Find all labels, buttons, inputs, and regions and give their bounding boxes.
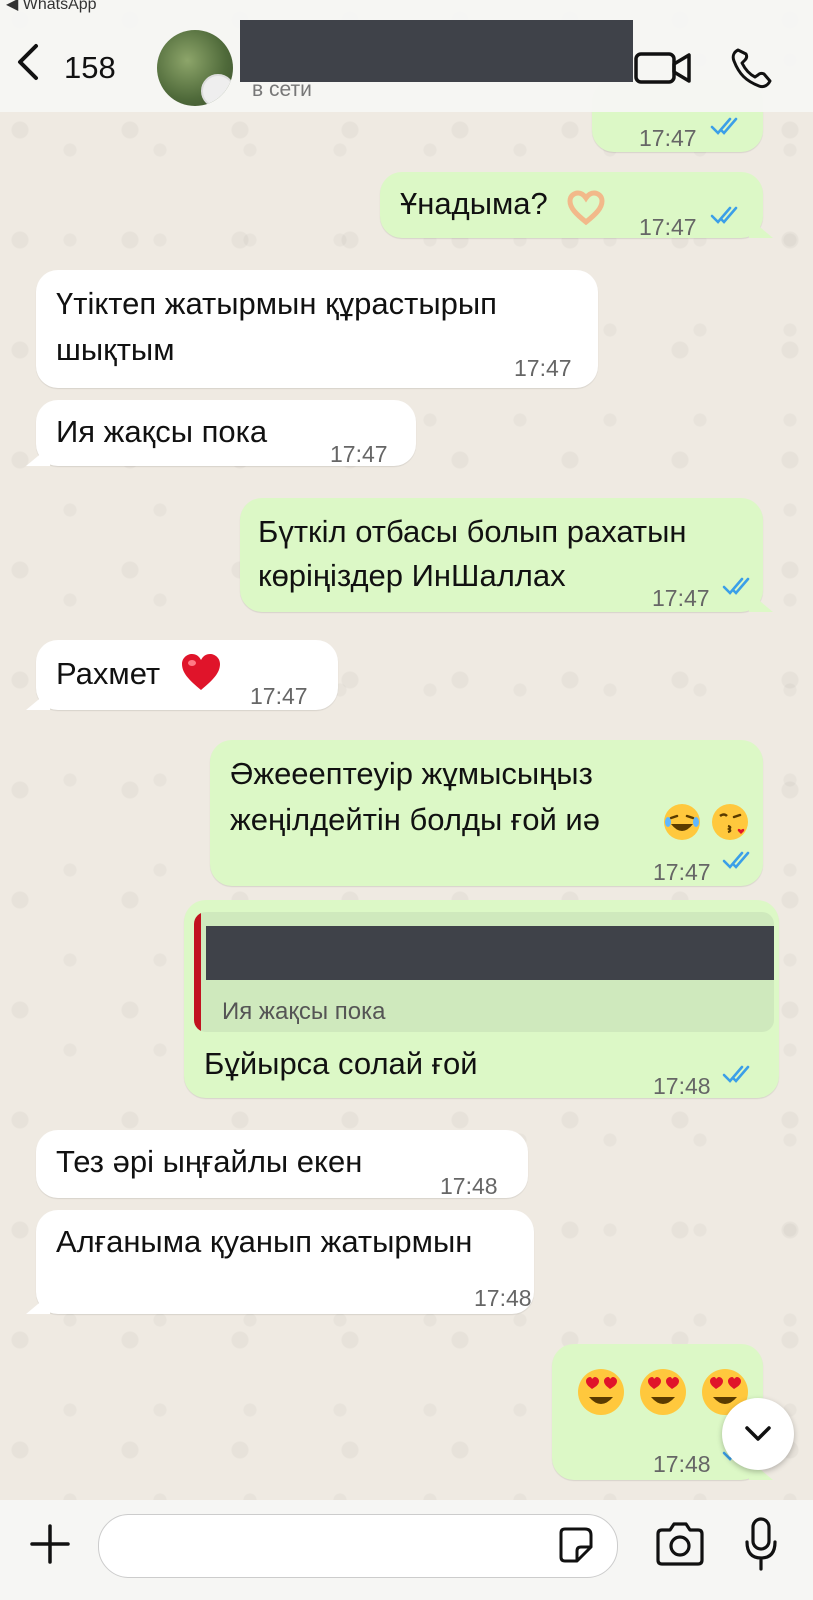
compose-bar	[0, 1500, 813, 1600]
message-text-line: көріңіздер ИнШаллах	[258, 558, 566, 593]
sticker-icon[interactable]	[555, 1525, 595, 1565]
message-time: 17:47	[330, 441, 388, 467]
double-check-icon	[710, 206, 738, 224]
phone-call-icon[interactable]	[730, 46, 772, 90]
heart-emoji-icon	[182, 654, 220, 690]
quote-accent-bar	[194, 912, 201, 1032]
kiss-emoji-icon	[712, 804, 748, 840]
video-call-icon[interactable]	[634, 50, 692, 86]
message-text: Рахмет	[56, 656, 161, 691]
message-text-line: Бүткіл отбасы болып рахатын	[258, 514, 687, 549]
message-time: 17:47	[652, 585, 710, 611]
message-text-line: жеңілдейтін болды ғой иә	[230, 802, 600, 837]
heart-hands-emoji-icon	[567, 190, 605, 226]
heart-eyes-emoji-icon	[640, 1368, 686, 1415]
message-text: Алғаныма қуанып жатырмын	[56, 1224, 473, 1259]
message-time: 17:47	[250, 683, 308, 709]
status-ring-icon	[201, 74, 233, 106]
message-outgoing-reply[interactable]: Ия жақсы пока Бұйырса солай ғой 17:48	[184, 900, 779, 1099]
message-time: 17:47	[639, 214, 697, 240]
heart-eyes-emoji-icon	[578, 1368, 624, 1415]
double-check-icon	[710, 117, 738, 135]
contact-name-redacted[interactable]	[240, 20, 633, 82]
chat-header: ◀ WhatsApp 158 в сети	[0, 0, 813, 112]
message-time: 17:48	[653, 1451, 711, 1477]
double-check-icon	[722, 1065, 750, 1083]
bubble-tail	[26, 446, 50, 466]
message-text: Тез әрі ыңғайлы екен	[56, 1144, 363, 1179]
laughing-emoji-icon	[664, 804, 700, 840]
message-time: 17:47	[514, 355, 572, 381]
message-text-line: Әжееептеуір жұмысыңыз	[230, 756, 593, 791]
unread-count[interactable]: 158	[64, 50, 116, 86]
quoted-text: Ия жақсы пока	[222, 998, 386, 1025]
bubble-tail	[26, 690, 50, 710]
back-chevron-icon	[18, 44, 38, 80]
bubble-tail	[749, 218, 773, 238]
back-button[interactable]	[14, 42, 44, 89]
double-check-icon	[722, 851, 750, 869]
message-text: Бұйырса солай ғой	[204, 1046, 478, 1081]
message-input[interactable]	[98, 1514, 618, 1578]
plus-icon[interactable]	[28, 1522, 72, 1566]
message-outgoing[interactable]: Әжееептеуір жұмысыңыз жеңілдейтін болды …	[210, 740, 763, 886]
message-text-line: Үтіктеп жатырмын құрастырып	[56, 286, 497, 321]
contact-avatar[interactable]	[157, 30, 233, 106]
message-time: 17:47	[653, 859, 711, 885]
message-text-line: шықтым	[56, 332, 175, 367]
message-incoming[interactable]: Рахмет 17:47	[26, 640, 338, 710]
presence-status: в сети	[252, 78, 312, 101]
chevron-down-icon	[745, 1426, 771, 1441]
message-incoming[interactable]: Үтіктеп жатырмын құрастырып шықтым 17:47	[36, 270, 598, 388]
message-time: 17:48	[474, 1285, 532, 1311]
scroll-to-bottom-button[interactable]	[722, 1398, 794, 1470]
message-incoming[interactable]: Тез әрі ыңғайлы екен 17:48	[36, 1130, 528, 1199]
message-text: Ия жақсы пока	[56, 414, 268, 449]
bubble-tail	[749, 592, 773, 612]
quoted-message[interactable]: Ия жақсы пока	[194, 912, 774, 1032]
camera-icon[interactable]	[654, 1520, 706, 1568]
message-time: 17:48	[653, 1073, 711, 1099]
message-incoming[interactable]: Ия жақсы пока 17:47	[26, 400, 416, 467]
message-time: 17:47	[639, 125, 697, 151]
message-text: Ұнадыма?	[400, 186, 548, 221]
mic-icon[interactable]	[744, 1516, 778, 1572]
message-outgoing[interactable]: Бүткіл отбасы болып рахатын көріңіздер И…	[240, 498, 773, 612]
status-bar-app-label[interactable]: ◀ WhatsApp	[0, 0, 97, 14]
message-incoming[interactable]: Алғаныма қуанып жатырмын 17:48	[26, 1210, 534, 1314]
quoted-author-redacted	[206, 926, 774, 980]
message-time: 17:48	[440, 1173, 498, 1199]
bubble-tail	[26, 1294, 50, 1314]
message-outgoing[interactable]: Ұнадыма? 17:47	[380, 172, 773, 240]
